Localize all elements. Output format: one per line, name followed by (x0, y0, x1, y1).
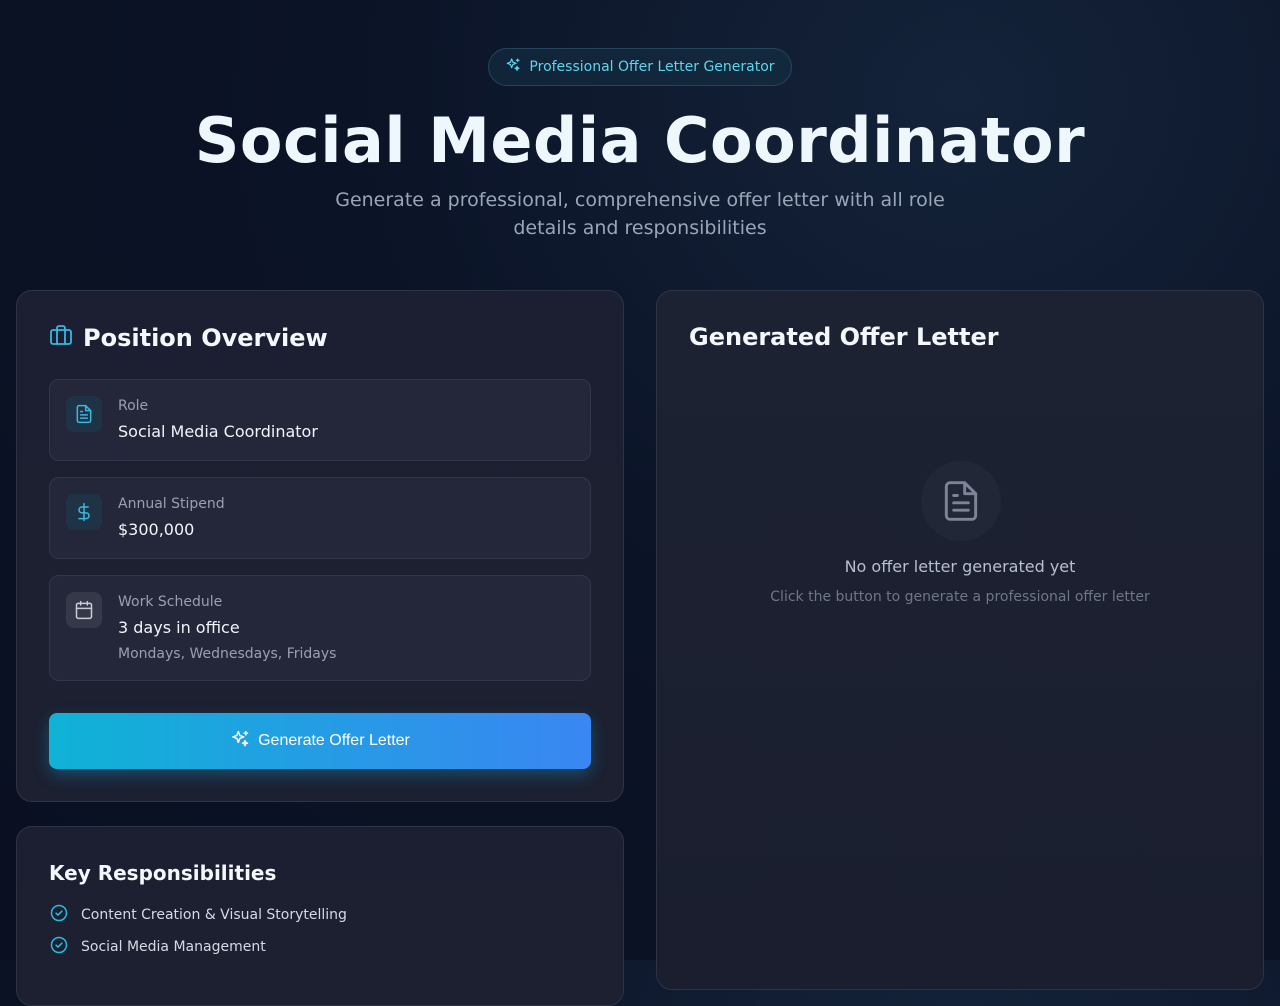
document-icon (66, 396, 102, 432)
offer-letter-card: Generated Offer Letter No offer letter g… (656, 290, 1264, 990)
schedule-value: 3 days in office (118, 618, 240, 637)
offer-letter-title: Generated Offer Letter (689, 323, 999, 351)
responsibility-text: Social Media Management (81, 939, 266, 955)
generate-button-label: Generate Offer Letter (258, 732, 410, 749)
empty-state-title: No offer letter generated yet (844, 557, 1076, 576)
dollar-icon (66, 494, 102, 530)
document-icon (921, 461, 1001, 541)
sparkles-icon (505, 57, 521, 77)
responsibility-item: Content Creation & Visual Storytelling (49, 903, 347, 927)
responsibility-text: Content Creation & Visual Storytelling (81, 907, 347, 923)
stipend-value: $300,000 (118, 520, 195, 539)
empty-state-subtitle: Click the button to generate a professio… (770, 589, 1150, 605)
check-circle-icon (49, 935, 69, 959)
schedule-info-row: Work Schedule 3 days in office Mondays, … (49, 575, 591, 681)
stipend-info-row: Annual Stipend $300,000 (49, 477, 591, 559)
responsibility-item: Social Media Management (49, 935, 266, 959)
generate-offer-letter-button[interactable]: Generate Offer Letter (49, 713, 591, 769)
stipend-label: Annual Stipend (118, 496, 225, 512)
position-overview-card: Position Overview Role Social Media Coor… (16, 290, 624, 802)
responsibilities-card: Key Responsibilities Content Creation & … (16, 826, 624, 1006)
schedule-days: Mondays, Wednesdays, Fridays (118, 646, 337, 662)
page-title: Social Media Coordinator (194, 104, 1086, 177)
role-label: Role (118, 398, 149, 414)
badge-label: Professional Offer Letter Generator (529, 59, 775, 75)
position-overview-title: Position Overview (83, 324, 328, 352)
sparkles-icon (230, 729, 250, 754)
page-subtitle: Generate a professional, comprehensive o… (335, 189, 945, 239)
schedule-label: Work Schedule (118, 594, 223, 610)
briefcase-icon (49, 323, 73, 353)
calendar-icon (66, 592, 102, 628)
check-circle-icon (49, 903, 69, 927)
responsibilities-title: Key Responsibilities (49, 861, 277, 885)
generator-badge: Professional Offer Letter Generator (488, 48, 792, 86)
role-value: Social Media Coordinator (118, 422, 318, 441)
role-info-row: Role Social Media Coordinator (49, 379, 591, 461)
position-overview-heading: Position Overview (49, 323, 328, 353)
